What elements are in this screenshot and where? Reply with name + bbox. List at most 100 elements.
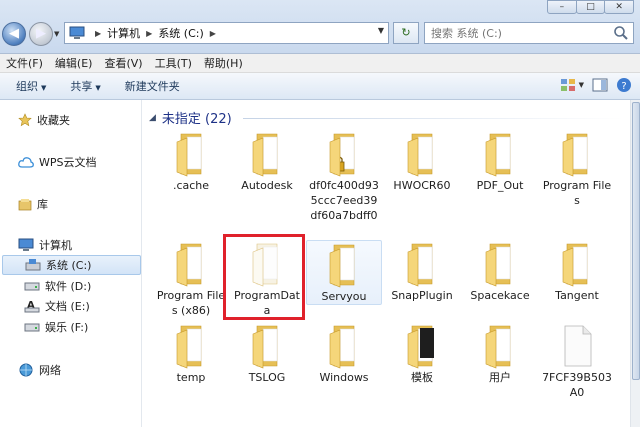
preview-pane-icon[interactable] [592,77,608,93]
folder-item[interactable]: ProgramData [229,240,305,318]
folder-item[interactable]: temp [153,322,229,385]
close-button[interactable]: ✕ [604,0,635,14]
folder-item[interactable]: 模板 [384,322,460,385]
chevron-down-icon: ▼ [41,84,47,92]
navigation-pane: 收藏夹 WPS云文档 库 计算机 系统 (C:) 软件 (D:) A 文档 (E… [0,100,142,427]
item-label: TSLOG [248,371,286,384]
address-dropdown[interactable]: ▼ [378,26,384,35]
sidebar-item-label: 网络 [39,364,61,377]
folder-icon [306,322,382,370]
breadcrumb-separator[interactable]: ▶ [146,29,152,38]
folder-icon [539,240,615,288]
search-icon [614,26,628,40]
help-icon[interactable]: ? [616,77,632,93]
share-button[interactable]: 共享 ▼ [70,78,100,94]
network-icon [19,363,33,377]
sidebar-item-label: 库 [37,198,48,211]
folder-item[interactable]: .cache [153,130,229,193]
folder-icon [153,240,229,288]
folder-icon [462,240,538,288]
folder-item[interactable]: HWOCR60 [384,130,460,193]
menu-file[interactable]: 文件(F) [6,55,43,71]
folder-item[interactable]: Spacekace [462,240,538,303]
breadcrumb-drive-c[interactable]: 系统 (C:) [158,25,203,41]
address-bar[interactable]: ▶ 计算机 ▶ 系统 (C:) ▶ ▼ [64,22,389,44]
group-header[interactable]: ◢ 未指定 (22) [149,108,232,127]
sidebar-item-favorites[interactable]: 收藏夹 [18,112,70,128]
minimize-button[interactable]: – [547,0,577,14]
sidebar-item-network[interactable]: 网络 [18,362,61,378]
item-label: 用户 [489,371,511,384]
folder-item[interactable]: Program Files (x86) [153,240,229,318]
chevron-down-icon: ▼ [95,84,101,92]
sidebar-item-drive-e[interactable]: A 文档 (E:) [24,296,90,316]
folder-item[interactable]: Windows [306,322,382,385]
chevron-down-icon[interactable]: ▼ [579,81,584,89]
refresh-button[interactable]: ↻ [393,22,419,44]
menu-tools[interactable]: 工具(T) [155,55,192,71]
search-input[interactable] [425,23,605,43]
folder-item[interactable]: Tangent [539,240,615,303]
sidebar-item-label: 娱乐 (F:) [45,321,89,334]
item-label: ProgramData [234,289,300,317]
sidebar-item-drive-d[interactable]: 软件 (D:) [24,276,91,296]
file-list: ◢ 未指定 (22) .cache Autodesk df0fc400d935ccc… [143,100,630,427]
sidebar-item-drive-c[interactable]: 系统 (C:) [2,255,141,275]
folder-item[interactable]: 用户 [462,322,538,385]
sidebar-item-libraries[interactable]: 库 [18,196,48,212]
drive-icon: A [24,300,40,313]
breadcrumb-separator[interactable]: ▶ [95,29,101,38]
back-button[interactable]: ◀ [2,22,26,46]
sidebar-item-computer[interactable]: 计算机 [18,237,72,253]
sidebar-item-label: 文档 (E:) [45,300,90,313]
computer-icon [69,26,85,39]
folder-icon [462,130,538,178]
sidebar-item-label: 系统 (C:) [46,259,92,272]
item-label: Servyou [321,290,367,303]
scrollbar-thumb[interactable] [632,102,640,380]
change-view-icon[interactable] [560,77,576,93]
item-label: Program Files [542,179,612,207]
file-icon [539,322,615,370]
forward-button[interactable]: ▶ [29,22,53,46]
vertical-scrollbar[interactable] [630,100,640,427]
folder-icon [462,322,538,370]
folder-item[interactable]: SnapPlugin [384,240,460,303]
recent-pages-dropdown[interactable]: ▼ [54,30,59,38]
search-box[interactable] [424,22,634,44]
sidebar-item-drive-f[interactable]: 娱乐 (F:) [24,317,88,337]
folder-item[interactable]: Servyou [306,240,382,305]
item-label: SnapPlugin [391,289,453,302]
view-controls: ▼ ? [552,77,632,93]
menu-help[interactable]: 帮助(H) [204,55,243,71]
sidebar-item-wps[interactable]: WPS云文档 [18,154,97,170]
library-icon [18,198,32,210]
group-header-label: 未指定 (22) [161,112,232,127]
breadcrumb-separator[interactable]: ▶ [210,29,216,38]
item-label: df0fc400d935ccc7eed39df60a7bdff0 [309,179,379,222]
folder-item[interactable]: Autodesk [229,130,305,193]
organize-button[interactable]: 组织 ▼ [16,78,46,94]
refresh-icon: ↻ [401,26,411,39]
folder-icon [153,322,229,370]
window-controls: – □ ✕ [547,0,635,16]
item-label: Spacekace [470,289,530,302]
breadcrumb-computer[interactable]: 计算机 [107,25,140,41]
item-label: Windows [319,371,369,384]
menu-view[interactable]: 查看(V) [104,55,142,71]
folder-item[interactable]: df0fc400d935ccc7eed39df60a7bdff0 [306,130,382,223]
folder-item[interactable]: TSLOG [229,322,305,385]
svg-text:?: ? [621,81,626,92]
folder-item[interactable]: PDF_Out [462,130,538,193]
folder-icon [539,130,615,178]
file-item[interactable]: 7FCF39B503A0 [539,322,615,400]
cloud-icon [18,157,34,168]
menu-edit[interactable]: 编辑(E) [55,55,93,71]
item-label: temp [176,371,206,384]
new-folder-button[interactable]: 新建文件夹 [125,78,180,94]
address-toolbar: – □ ✕ ◀ ▶ ▼ ▶ 计算机 ▶ 系统 (C:) ▶ ▼ ↻ [0,0,640,54]
folder-item[interactable]: Program Files [539,130,615,208]
maximize-button[interactable]: □ [575,0,606,14]
group-divider [243,118,623,119]
sidebar-item-label: WPS云文档 [39,156,97,169]
